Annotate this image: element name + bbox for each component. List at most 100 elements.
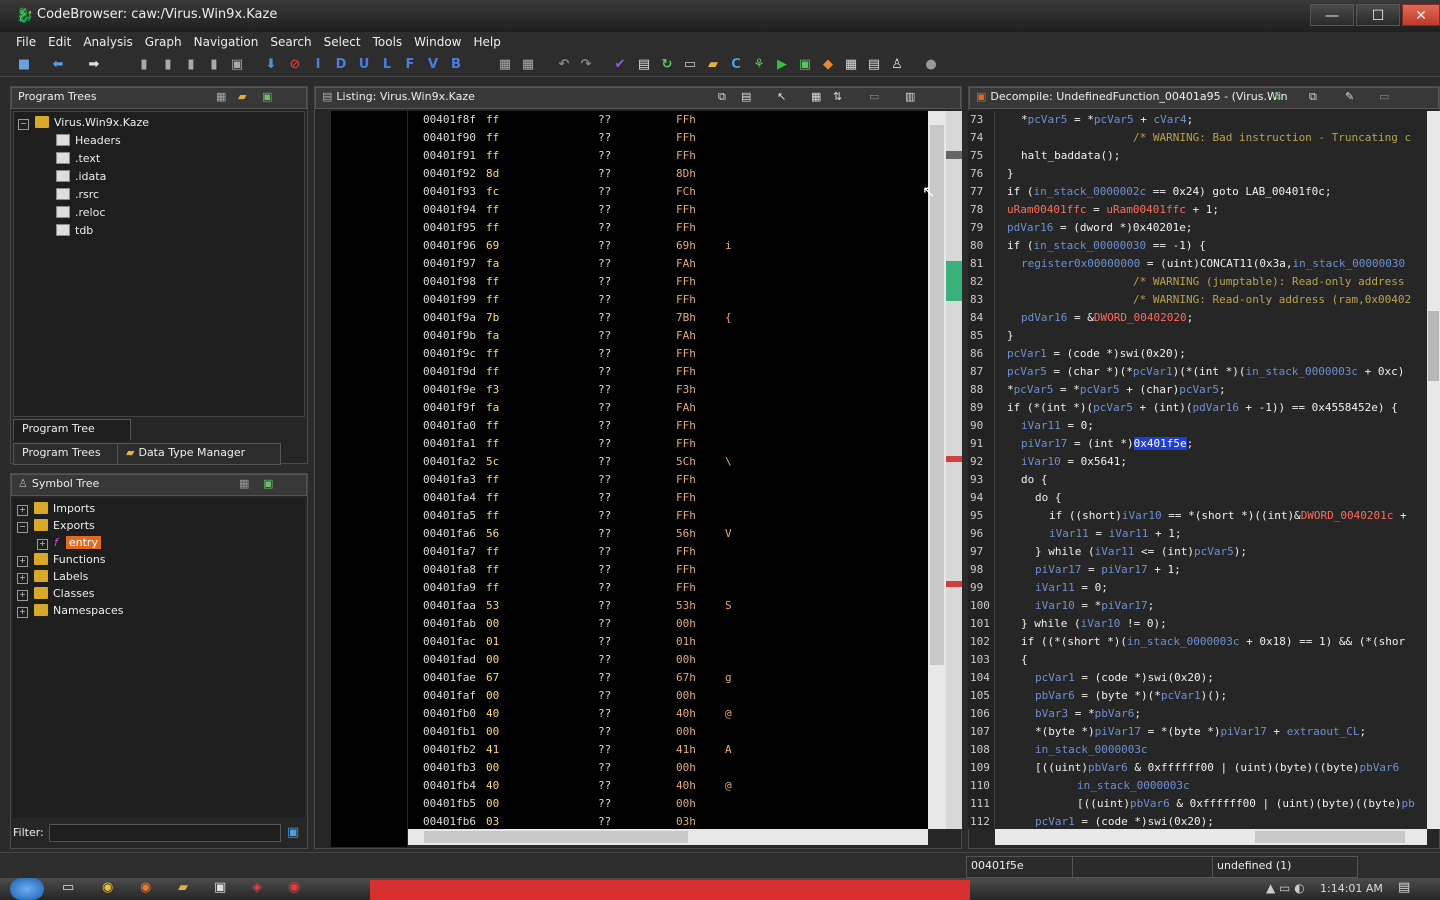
listing-overview-bar[interactable] <box>946 111 962 829</box>
firefox-icon[interactable]: ◉ <box>140 880 151 895</box>
code-variable[interactable]: pbVar6 <box>1360 761 1400 774</box>
code-variable[interactable]: pbVar6 <box>1130 797 1170 810</box>
tab-program-tree[interactable]: Program Tree <box>13 419 131 441</box>
code-line[interactable]: in_stack_0000003c <box>1035 741 1148 759</box>
code-line[interactable]: do { <box>1035 489 1062 507</box>
symbol-exports[interactable]: − Exports <box>17 518 95 534</box>
symbol-create-icon[interactable]: ▣ <box>263 475 273 493</box>
code-line[interactable]: /* WARNING: Read-only address (ram,0x004… <box>1133 291 1411 309</box>
code-variable[interactable]: iVar11 <box>1095 545 1135 558</box>
tree-item-reloc[interactable]: .reloc <box>56 205 105 221</box>
listing-row[interactable]: 00401f9a 7b?? 7Bh { <box>408 309 928 327</box>
code-variable[interactable]: pdVar16 <box>1192 401 1238 414</box>
code-variable[interactable]: iVar11 <box>1049 527 1089 540</box>
code-variable[interactable]: iVar10 <box>1081 617 1121 630</box>
symbol-imports[interactable]: + Imports <box>17 501 95 517</box>
symbol-filter-input[interactable] <box>49 824 281 842</box>
listing-row[interactable]: 00401f90 ff?? FFh <box>408 129 928 147</box>
save-icon[interactable]: ■ <box>16 57 32 73</box>
code-variable[interactable]: in_stack_0000003c <box>1077 779 1190 792</box>
listing-row[interactable]: 00401fb5 00?? 00h <box>408 795 928 813</box>
code-variable[interactable]: pcVar5 <box>1093 401 1133 414</box>
edit-decompile-icon[interactable]: ✎ <box>1345 88 1354 106</box>
code-line[interactable]: } while (iVar11 <= (int)pcVar5); <box>1035 543 1247 561</box>
menu-help[interactable]: Help <box>468 32 507 52</box>
listing-hscroll-thumb[interactable] <box>424 831 688 843</box>
listing-row[interactable]: 00401fab 00?? 00h <box>408 615 928 633</box>
code-variable[interactable]: pcVar1 <box>1007 347 1047 360</box>
code-variable[interactable]: pdVar16 <box>1021 311 1067 324</box>
code-line[interactable]: [((uint)pbVar6 & 0xffffff00 | (uint)(byt… <box>1077 795 1415 813</box>
listing-row[interactable]: 00401f9c ff?? FFh <box>408 345 928 363</box>
code-variable[interactable]: bVar3 <box>1035 707 1068 720</box>
menu-select[interactable]: Select <box>318 32 367 52</box>
listing-row[interactable]: 00401f9f fa?? FAh <box>408 399 928 417</box>
code-variable[interactable]: pcVar5 <box>1094 113 1134 126</box>
listing-vertical-scrollbar[interactable] <box>928 111 946 829</box>
menu-tools[interactable]: Tools <box>367 32 409 52</box>
listing-row[interactable]: 00401fb4 40?? 40h @ <box>408 777 928 795</box>
menu-window[interactable]: Window <box>408 32 467 52</box>
minimize-button[interactable]: — <box>1310 4 1354 26</box>
copy-decompile-icon[interactable]: ⧉ <box>1309 88 1317 106</box>
layout-icon[interactable]: ▥ <box>905 88 915 106</box>
open-folder-icon[interactable]: ▰ <box>705 57 721 73</box>
tree-item-tdb[interactable]: tdb <box>56 223 93 239</box>
code-line[interactable]: pbVar6 = (byte *)(*pcVar1)(); <box>1035 687 1227 705</box>
collapse-icon[interactable]: − <box>18 119 29 130</box>
listing-row[interactable]: 00401f99 ff?? FFh <box>408 291 928 309</box>
toolbar-u-button[interactable]: U <box>356 57 372 73</box>
code-variable[interactable]: iVar11 <box>1021 419 1061 432</box>
code-variable[interactable]: in_stack_00000030 <box>1293 257 1406 270</box>
code-variable[interactable]: piVar17 <box>1220 725 1266 738</box>
tree-root[interactable]: − Virus.Win9x.Kaze <box>18 115 149 131</box>
listing-row[interactable]: 00401faa 53?? 53h S <box>408 597 928 615</box>
code-variable[interactable]: piVar17 <box>1035 563 1081 576</box>
listing-row[interactable]: 00401fb2 41?? 41h A <box>408 741 928 759</box>
help-icon[interactable]: ● <box>923 57 939 73</box>
code-line[interactable]: /* WARNING: Bad instruction - Truncating… <box>1133 129 1411 147</box>
menu-search[interactable]: Search <box>264 32 317 52</box>
listing-row[interactable]: 00401fae 67?? 67h g <box>408 669 928 687</box>
code-line[interactable]: register0x00000000 = (uint)CONCAT11(0x3a… <box>1021 255 1405 273</box>
listing-row[interactable]: 00401f94 ff?? FFh <box>408 201 928 219</box>
symbol-namespaces[interactable]: + Namespaces <box>17 603 123 619</box>
listing-row[interactable]: 00401f9d ff?? FFh <box>408 363 928 381</box>
console-icon[interactable]: ▣ <box>797 57 813 73</box>
listing-row[interactable]: 00401fa9 ff?? FFh <box>408 579 928 597</box>
code-variable[interactable]: piVar17 <box>1101 563 1147 576</box>
folder-icon[interactable]: ▰ <box>238 88 246 106</box>
code-line[interactable]: iVar10 = *piVar17; <box>1035 597 1154 615</box>
forward-arrow-icon[interactable]: ➡ <box>86 57 102 73</box>
code-line[interactable]: uRam00401ffc = uRam00401ffc + 1; <box>1007 201 1219 219</box>
code-line[interactable]: } <box>1007 165 1014 183</box>
code-variable[interactable]: pcVar1 <box>1133 365 1173 378</box>
listing-row[interactable]: 00401fa3 ff?? FFh <box>408 471 928 489</box>
code-variable[interactable]: in_stack_0000002c <box>1034 185 1147 198</box>
listing-row[interactable]: 00401f9b fa?? FAh <box>408 327 928 345</box>
code-variable[interactable]: in_stack_00000030 <box>1034 239 1147 252</box>
code-global[interactable]: DWORD_00402020 <box>1094 311 1187 324</box>
code-variable[interactable]: piVar17 <box>1021 437 1067 450</box>
code-line[interactable]: [((uint)pbVar6 & 0xffffff00 | (uint)(byt… <box>1035 759 1399 777</box>
listing-row[interactable]: 00401f8f ff?? FFh <box>408 111 928 129</box>
tree-icon[interactable]: ♙ <box>889 57 905 73</box>
code-variable[interactable]: pcVar5 <box>1014 383 1054 396</box>
chrome-icon[interactable]: ◉ <box>102 880 113 895</box>
code-line[interactable]: if (*(int *)(pcVar5 + (int)(pdVar16 + -1… <box>1007 399 1398 417</box>
code-variable[interactable]: pcVar1 <box>1035 815 1075 828</box>
code-variable[interactable]: iVar10 <box>1021 455 1061 468</box>
listing-row[interactable]: 00401f92 8d?? 8Dh <box>408 165 928 183</box>
code-variable[interactable]: register0x00000000 <box>1021 257 1140 270</box>
code-variable[interactable]: pbVar6 <box>1035 689 1075 702</box>
listing-row[interactable]: 00401fa2 5c?? 5Ch \ <box>408 453 928 471</box>
code-line[interactable]: piVar17 = piVar17 + 1; <box>1035 561 1181 579</box>
refresh-icon[interactable]: ↻ <box>659 57 675 73</box>
listing-row[interactable]: 00401f96 69?? 69h i <box>408 237 928 255</box>
diamond-icon[interactable]: ◆ <box>820 57 836 73</box>
decompile-hscroll-thumb[interactable] <box>1255 831 1405 843</box>
script-c-icon[interactable]: C <box>728 57 744 73</box>
nav-label-icon[interactable]: ▮ <box>183 57 199 73</box>
decompile-scroll-thumb[interactable] <box>1428 311 1439 381</box>
listing-view[interactable]: 00401f8f ff?? FFh 00401f90 ff?? FFh 00401f91 ff… <box>408 111 928 829</box>
